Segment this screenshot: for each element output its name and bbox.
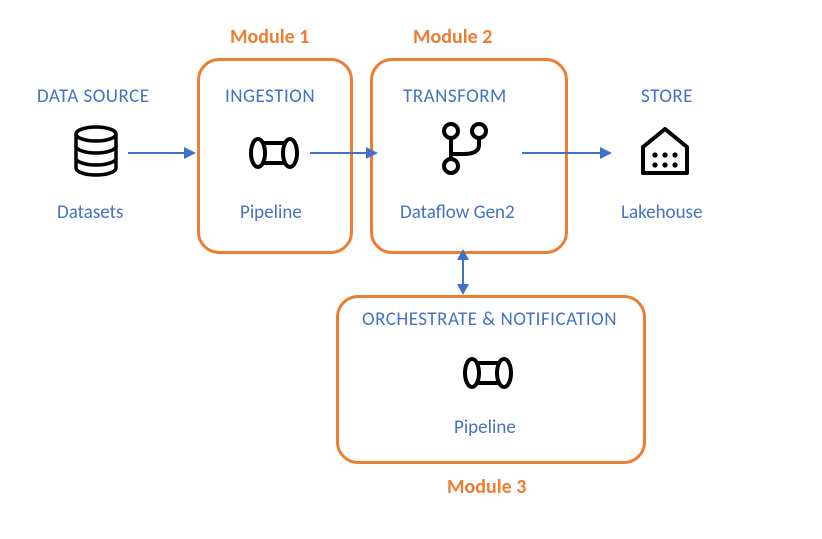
database-icon: [66, 123, 126, 183]
module1-label: Module 1: [230, 25, 309, 49]
arrow-source-to-ingestion: [128, 146, 196, 160]
lakehouse-label: Lakehouse: [621, 201, 702, 224]
orchestrate-header: ORCHESTRATE & NOTIFICATION: [362, 308, 617, 331]
dataflow-label: Dataflow Gen2: [400, 201, 515, 224]
datasets-label: Datasets: [57, 201, 123, 224]
arrow-transform-orchestrate: [454, 249, 472, 295]
module2-label: Module 2: [413, 25, 492, 49]
store-header: STORE: [641, 85, 693, 108]
arrow-transform-to-store: [522, 146, 612, 160]
dataflow-icon: [436, 119, 496, 179]
lakehouse-icon: [635, 122, 695, 182]
orchestrate-pipeline-label: Pipeline: [454, 416, 516, 439]
ingestion-pipeline-label: Pipeline: [240, 201, 302, 224]
arrow-ingestion-to-transform: [310, 146, 378, 160]
module3-label: Module 3: [447, 475, 526, 499]
orchestrate-pipeline-icon: [460, 348, 516, 398]
data-source-header: DATA SOURCE: [37, 85, 150, 108]
pipeline-icon: [246, 128, 302, 178]
